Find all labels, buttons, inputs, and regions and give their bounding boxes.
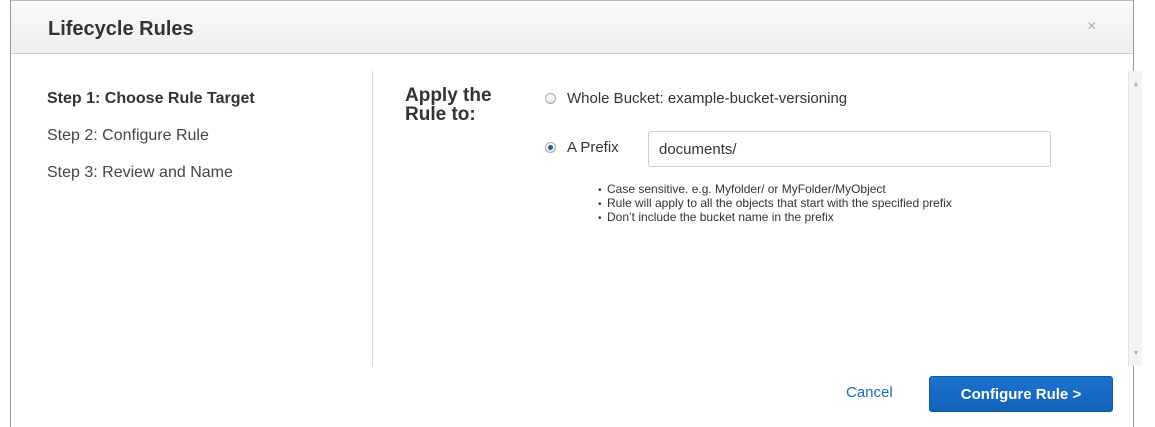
step-review-and-name: Step 3: Review and Name (47, 164, 233, 181)
hint-item: Case sensitive. e.g. Myfolder/ or MyFold… (598, 182, 952, 196)
whole-bucket-radio[interactable] (545, 93, 556, 104)
apply-rule-heading-line2: Rule to: (405, 104, 476, 125)
hint-item: Don’t include the bucket name in the pre… (598, 210, 952, 224)
cancel-link[interactable]: Cancel (846, 384, 893, 401)
vertical-scrollbar[interactable]: ▲ ▼ (1128, 71, 1142, 366)
step-choose-rule-target: Step 1: Choose Rule Target (47, 90, 255, 107)
apply-rule-heading-line1: Apply the (405, 85, 492, 106)
prefix-label[interactable]: A Prefix (567, 139, 619, 156)
hint-item: Rule will apply to all the objects that … (598, 196, 952, 210)
panel-divider (372, 71, 373, 366)
dialog-header: Lifecycle Rules × (11, 1, 1133, 54)
prefix-hints: Case sensitive. e.g. Myfolder/ or MyFold… (598, 182, 952, 224)
configure-rule-button[interactable]: Configure Rule > (929, 376, 1113, 412)
whole-bucket-label[interactable]: Whole Bucket: example-bucket-versioning (567, 90, 847, 107)
close-icon[interactable]: × (1087, 19, 1096, 35)
dialog-title: Lifecycle Rules (48, 18, 194, 40)
prefix-radio[interactable] (545, 142, 556, 153)
wizard-steps: Step 1: Choose Rule Target Step 2: Confi… (47, 89, 255, 200)
lifecycle-rules-dialog: Lifecycle Rules × Step 1: Choose Rule Ta… (10, 0, 1142, 427)
prefix-input[interactable] (648, 131, 1051, 167)
scroll-down-icon[interactable]: ▼ (1130, 348, 1142, 360)
scroll-up-icon[interactable]: ▲ (1130, 79, 1142, 91)
apply-rule-heading: Apply the Rule to: (405, 86, 525, 124)
step-configure-rule: Step 2: Configure Rule (47, 127, 209, 144)
